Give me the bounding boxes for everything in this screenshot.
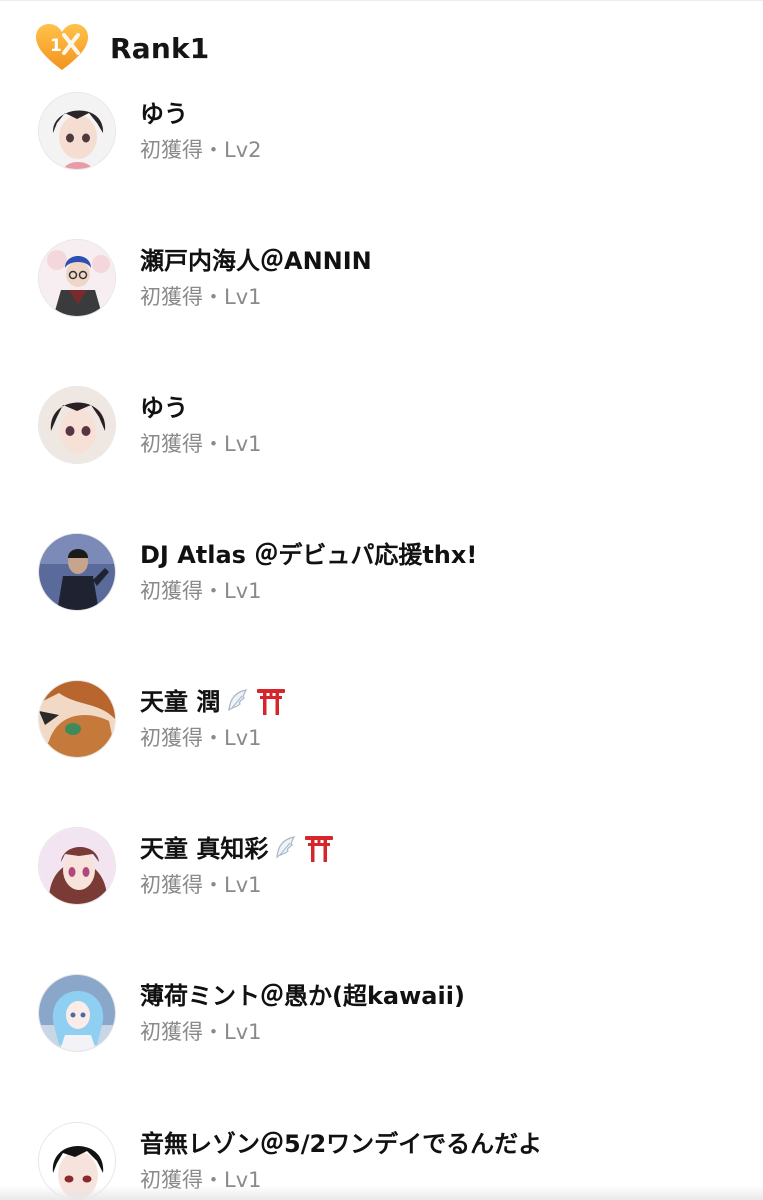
acquisition-label: 初獲得 [140, 138, 203, 162]
user-name: 瀬戸内海人＠ANNIN [140, 241, 372, 276]
user-name-text: 音無レゾン＠5/2ワンデイでるんだよ [140, 1130, 543, 1158]
user-meta: 初獲得・Lv1 [140, 869, 262, 899]
level-label: Lv1 [224, 873, 262, 897]
meta-separator: ・ [203, 285, 224, 309]
bottom-edge-shadow [0, 1186, 763, 1200]
user-meta: 初獲得・Lv1 [140, 1016, 262, 1046]
wing-icon [276, 836, 296, 859]
user-name-text: 瀬戸内海人＠ANNIN [140, 247, 372, 275]
list-item[interactable]: ゆう 初獲得・Lv1 [0, 384, 763, 474]
user-name-text: ゆう [140, 394, 188, 422]
user-name-text: 天童 真知彩 [140, 835, 269, 863]
user-name: ゆう [140, 94, 188, 129]
user-meta: 初獲得・Lv1 [140, 428, 262, 458]
meta-separator: ・ [203, 432, 224, 456]
level-label: Lv1 [224, 579, 262, 603]
meta-separator: ・ [203, 873, 224, 897]
ranking-screen: 1 Rank1 ゆう 初獲得・Lv2 瀬戸内海人＠ANNIN 初獲得・Lv1 ゆ… [0, 0, 763, 1200]
meta-separator: ・ [203, 138, 224, 162]
user-name: 音無レゾン＠5/2ワンデイでるんだよ [140, 1124, 542, 1159]
user-name-text: 薄荷ミント＠愚か(超kawaii) [140, 982, 465, 1010]
acquisition-label: 初獲得 [140, 1020, 203, 1044]
user-meta: 初獲得・Lv2 [140, 134, 262, 164]
user-meta: 初獲得・Lv1 [140, 722, 262, 752]
level-label: Lv1 [224, 1020, 262, 1044]
acquisition-label: 初獲得 [140, 579, 203, 603]
meta-separator: ・ [203, 1020, 224, 1044]
user-name: 天童 潤 [140, 682, 286, 717]
avatar[interactable] [38, 239, 116, 317]
user-name-text: DJ Atlas ＠デビュパ応援thx! [140, 541, 478, 569]
user-name: ゆう [140, 388, 188, 423]
user-name-text: 天童 潤 [140, 688, 221, 716]
list-item[interactable]: 天童 真知彩 初獲得・Lv1 [0, 825, 763, 915]
level-label: Lv2 [224, 138, 262, 162]
avatar[interactable] [38, 680, 116, 758]
acquisition-label: 初獲得 [140, 726, 203, 750]
level-label: Lv1 [224, 726, 262, 750]
rank-heart-badge-icon: 1 [34, 23, 90, 73]
rank-title: Rank1 [110, 31, 210, 65]
avatar[interactable] [38, 92, 116, 170]
acquisition-label: 初獲得 [140, 285, 203, 309]
level-label: Lv1 [224, 432, 262, 456]
level-label: Lv1 [224, 285, 262, 309]
user-name-text: ゆう [140, 100, 188, 128]
avatar[interactable] [38, 974, 116, 1052]
user-name: DJ Atlas ＠デビュパ応援thx! [140, 535, 477, 570]
user-meta: 初獲得・Lv1 [140, 281, 262, 311]
torii-icon [305, 836, 334, 862]
wing-icon [228, 689, 248, 712]
list-item[interactable]: 天童 潤 初獲得・Lv1 [0, 678, 763, 768]
torii-icon [257, 689, 286, 715]
user-meta: 初獲得・Lv1 [140, 575, 262, 605]
acquisition-label: 初獲得 [140, 432, 203, 456]
avatar[interactable] [38, 386, 116, 464]
rank-badge-number: 1 [50, 36, 62, 56]
user-name: 薄荷ミント＠愚か(超kawaii) [140, 976, 465, 1011]
list-item[interactable]: 瀬戸内海人＠ANNIN 初獲得・Lv1 [0, 237, 763, 327]
top-divider [0, 0, 763, 1]
meta-separator: ・ [203, 579, 224, 603]
list-item[interactable]: ゆう 初獲得・Lv2 [0, 90, 763, 180]
user-name: 天童 真知彩 [140, 829, 334, 864]
avatar[interactable] [38, 533, 116, 611]
meta-separator: ・ [203, 726, 224, 750]
avatar[interactable] [38, 827, 116, 905]
acquisition-label: 初獲得 [140, 873, 203, 897]
rank-header: 1 Rank1 [34, 22, 210, 74]
list-item[interactable]: DJ Atlas ＠デビュパ応援thx! 初獲得・Lv1 [0, 531, 763, 621]
list-item[interactable]: 薄荷ミント＠愚か(超kawaii) 初獲得・Lv1 [0, 972, 763, 1062]
